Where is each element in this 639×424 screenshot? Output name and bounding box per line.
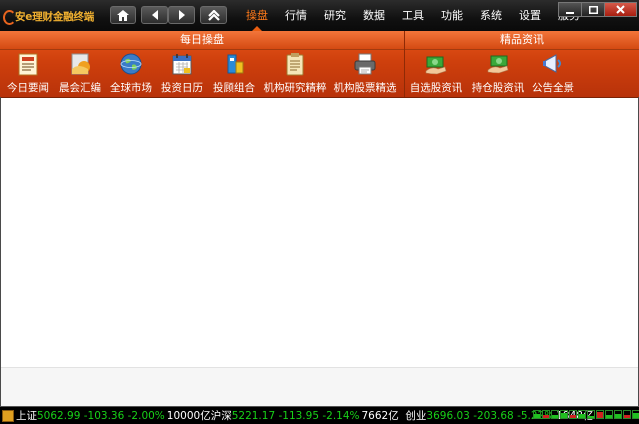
tool-morning-meeting[interactable]: 晨会汇编 xyxy=(59,51,101,97)
home-icon xyxy=(117,9,129,21)
breadth-bar xyxy=(623,410,631,419)
index-volume: 10000亿 xyxy=(166,410,211,422)
tool-investment-calendar[interactable]: 投资日历 xyxy=(161,51,203,97)
index-percent: -2.14% xyxy=(322,409,360,422)
portfolio-icon xyxy=(227,54,244,74)
back-icon xyxy=(151,10,158,20)
tool-label: 投顾组合 xyxy=(213,82,255,94)
index-value: 5062.99 xyxy=(37,409,81,422)
tool-today-news[interactable]: 今日要闻 xyxy=(7,51,49,97)
breadth-bar xyxy=(551,410,559,419)
index-volume: 7662亿 xyxy=(361,410,399,422)
tool-watchlist-news[interactable]: 自选股资讯 xyxy=(410,51,462,97)
holding-icon xyxy=(487,55,509,74)
index-value: 5221.17 xyxy=(231,409,276,422)
main-content-area[interactable] xyxy=(1,98,638,367)
collapse-button[interactable] xyxy=(200,6,227,24)
menu-item-data[interactable]: 数据 xyxy=(357,0,391,31)
tool-label: 自选股资讯 xyxy=(409,82,463,94)
tool-label: 今日要闻 xyxy=(7,82,49,94)
index-name[interactable]: 沪深 xyxy=(211,408,232,423)
status-bar: 上证 5062.99 -103.36 -2.00% 10000亿 沪深 5221… xyxy=(0,406,639,424)
menu-item-trading[interactable]: 操盘 xyxy=(240,0,274,31)
handshake-icon xyxy=(425,56,447,75)
tool-holding-news[interactable]: 持仓股资讯 xyxy=(472,51,524,97)
forward-icon xyxy=(178,10,185,20)
forward-button[interactable] xyxy=(168,6,195,24)
breadth-bar xyxy=(614,410,622,419)
tool-label: 全球市场 xyxy=(110,82,152,94)
index-name[interactable]: 上证 xyxy=(16,408,37,423)
tool-label: 投资日历 xyxy=(161,82,203,94)
index-change: -103.36 xyxy=(83,409,125,422)
market-status-icon[interactable] xyxy=(2,409,14,422)
premium-section-header: 精品资讯 xyxy=(405,31,639,50)
maximize-icon xyxy=(588,5,598,14)
close-icon xyxy=(616,5,625,14)
meeting-report-icon xyxy=(71,53,90,75)
collapse-up-icon xyxy=(207,9,220,21)
toolbar-panel: 每日操盘 精品资讯 今日要闻 晨会汇编 全球市场 投资日历 投顾组合 机构研究精… xyxy=(0,31,639,98)
breadth-bar xyxy=(560,410,568,419)
menu-item-tools[interactable]: 工具 xyxy=(396,0,430,31)
home-button[interactable] xyxy=(110,6,136,24)
tool-global-market[interactable]: 全球市场 xyxy=(110,51,152,97)
printer-icon xyxy=(354,53,376,75)
breadth-bar xyxy=(587,410,595,419)
back-button[interactable] xyxy=(141,6,168,24)
index-change: -203.68 xyxy=(473,409,514,422)
tool-announcements[interactable]: 公告全景 xyxy=(531,51,575,97)
tool-label: 晨会汇编 xyxy=(59,82,101,94)
tool-label: 机构研究精粹 xyxy=(263,82,327,94)
title-bar: 安e理财金融终端 操盘 行情 研究 数据 工具 功能 系统 设置 服务 xyxy=(0,0,639,32)
tool-institution-research[interactable]: 机构研究精粹 xyxy=(263,51,327,97)
clipboard-icon xyxy=(286,53,304,76)
main-menu: 操盘 行情 研究 数据 工具 功能 系统 设置 服务 xyxy=(240,0,591,31)
breadth-bar xyxy=(605,410,613,419)
content-footer-area xyxy=(1,367,638,407)
breadth-bar xyxy=(569,410,577,419)
breadth-bar xyxy=(632,410,639,419)
index-value: 3696.03 xyxy=(426,409,470,422)
breadth-bar xyxy=(578,410,586,419)
breadth-bar xyxy=(596,410,604,419)
menu-item-system[interactable]: 系统 xyxy=(474,0,508,31)
tool-label: 持仓股资讯 xyxy=(471,82,525,94)
menu-item-settings[interactable]: 设置 xyxy=(513,0,547,31)
tool-institution-stock-picks[interactable]: 机构股票精选 xyxy=(333,51,397,97)
breadth-bar xyxy=(542,410,550,419)
section-divider xyxy=(404,31,405,97)
globe-icon xyxy=(120,53,142,75)
market-breadth-bars xyxy=(533,410,639,419)
app-title: 安e理财金融终端 xyxy=(15,10,95,23)
maximize-button[interactable] xyxy=(581,2,605,17)
menu-item-functions[interactable]: 功能 xyxy=(435,0,469,31)
tool-advisor-portfolio[interactable]: 投顾组合 xyxy=(213,51,255,97)
tool-label: 公告全景 xyxy=(532,82,574,94)
announcement-icon xyxy=(543,54,561,73)
app-logo: 安e理财金融终端 xyxy=(2,7,94,25)
index-percent: -2.00% xyxy=(127,409,165,422)
tool-label: 机构股票精选 xyxy=(333,82,397,94)
close-button[interactable] xyxy=(604,2,637,17)
daily-section-header: 每日操盘 xyxy=(0,31,404,50)
index-change: -113.95 xyxy=(278,409,319,422)
minimize-icon xyxy=(566,11,574,14)
menu-item-quotes[interactable]: 行情 xyxy=(279,0,313,31)
index-name[interactable]: 创业 xyxy=(405,408,426,423)
calendar-icon xyxy=(172,54,192,75)
minimize-button[interactable] xyxy=(558,2,582,17)
breadth-bar xyxy=(533,410,541,419)
menu-item-research[interactable]: 研究 xyxy=(318,0,352,31)
newspaper-icon xyxy=(18,53,38,76)
logo-icon xyxy=(2,9,16,25)
